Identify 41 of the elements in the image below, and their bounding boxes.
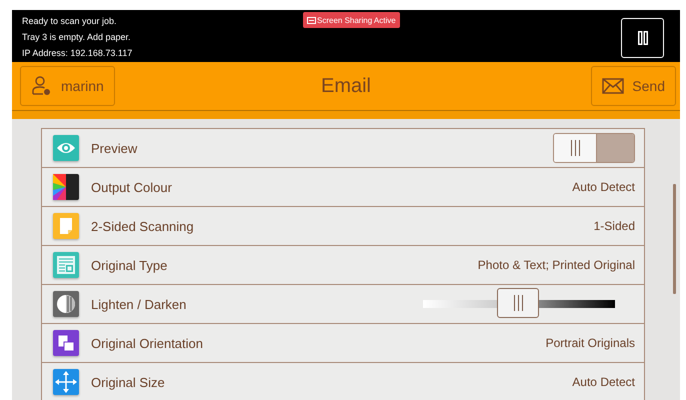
pages-icon (53, 330, 79, 356)
eye-icon (53, 135, 79, 161)
resize-arrows-icon (53, 369, 79, 395)
setting-label: Lighten / Darken (91, 296, 186, 312)
setting-row[interactable]: Preview (42, 129, 644, 168)
setting-label: Original Orientation (91, 336, 203, 350)
pause-button[interactable] (621, 18, 664, 58)
setting-value: 1-Sided (594, 219, 635, 233)
send-button[interactable]: Send (591, 66, 676, 106)
setting-value: Portrait Originals (546, 336, 635, 350)
screen-sharing-badge: Screen Sharing Active (303, 12, 400, 28)
page-icon (53, 213, 79, 239)
preview-toggle[interactable] (553, 133, 635, 163)
setting-row[interactable]: Original Type Photo & Text; Printed Original (42, 246, 644, 285)
screen-title: Email (320, 74, 372, 98)
setting-row[interactable]: 2-Sided Scanning 1-Sided (42, 207, 644, 246)
contrast-icon (53, 291, 79, 317)
setting-value: Photo & Text; Printed Original (478, 258, 635, 272)
setting-label: Original Size (91, 374, 165, 390)
scrollbar[interactable] (673, 184, 676, 294)
setting-row[interactable]: Original Size Auto Detect (42, 363, 644, 400)
setting-label: Preview (91, 140, 138, 156)
setting-label: Output Colour (91, 180, 172, 194)
pause-icon (638, 31, 648, 45)
setting-row[interactable]: Original Orientation Portrait Originals (42, 324, 644, 363)
status-message: Ready to scan your job. (22, 15, 118, 28)
slider-thumb[interactable] (497, 288, 539, 318)
screen-icon (307, 16, 316, 24)
setting-value: Auto Detect (572, 180, 635, 194)
setting-row[interactable]: Lighten / Darken (42, 285, 644, 324)
user-button[interactable]: marinn (20, 66, 115, 106)
setting-label: 2-Sided Scanning (91, 218, 194, 234)
setting-row[interactable]: Output Colour Auto Detect (42, 168, 644, 207)
setting-label: Original Type (91, 258, 168, 272)
colour-spectrum-icon (53, 174, 79, 200)
status-message: IP Address: 192.168.73.117 (22, 47, 132, 60)
status-message: Tray 3 is empty. Add paper. (22, 31, 132, 44)
document-layout-icon (53, 252, 79, 278)
envelope-icon (602, 78, 624, 94)
user-icon (31, 76, 53, 96)
setting-value: Auto Detect (572, 375, 635, 389)
